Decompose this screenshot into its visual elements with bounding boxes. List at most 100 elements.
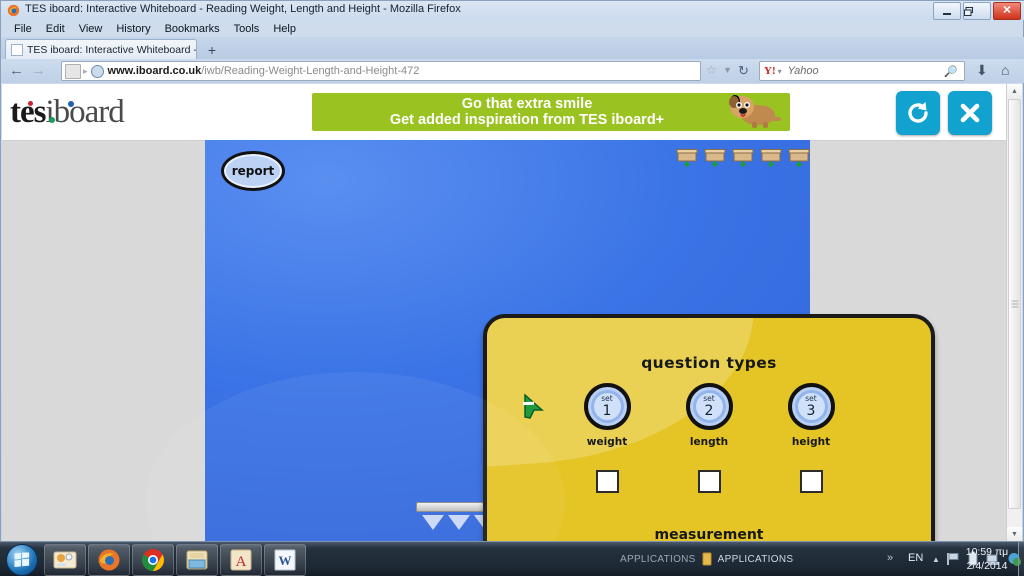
close-icon — [960, 103, 980, 123]
activity-refresh-button[interactable] — [896, 91, 940, 135]
set-3-button[interactable]: set 3 — [787, 383, 835, 430]
new-tab-button[interactable]: + — [201, 40, 223, 59]
taskbar-button-chrome[interactable] — [132, 544, 174, 576]
taskbar-app-group[interactable]: APPLICATIONS APPLICATIONS — [620, 542, 793, 576]
show-desktop-button[interactable] — [1018, 542, 1024, 576]
parcel-icon[interactable] — [760, 146, 782, 168]
parcel-icon[interactable] — [676, 146, 698, 168]
tab-label: TES iboard: Interactive Whiteboard - Re.… — [27, 43, 196, 56]
folder-icon — [186, 550, 208, 570]
mouse-cursor-icon — [523, 393, 544, 419]
banner-line-1: Go that extra smile — [461, 96, 593, 112]
search-engine-chevron-icon[interactable]: ▾ — [778, 67, 782, 76]
site-identity-icon[interactable] — [65, 63, 81, 79]
set-1-button-face: set 1 — [593, 393, 621, 420]
logo-dot-green — [49, 117, 55, 123]
globe-icon — [90, 64, 104, 78]
logo-iboard: iboard — [45, 94, 124, 130]
set-3-number: 3 — [806, 402, 816, 419]
page-content: tesiboard Go that extra smile Get added … — [2, 84, 1008, 542]
scroll-up-button[interactable]: ▲ — [1007, 84, 1022, 99]
screen: TES iboard: Interactive Whiteboard - Rea… — [0, 0, 1024, 576]
taskbar-button-office[interactable] — [44, 544, 86, 576]
tab-favicon-icon — [11, 43, 23, 56]
menu-item-file[interactable]: File — [7, 20, 39, 37]
taskbar-button-acrobat[interactable]: A — [220, 544, 262, 576]
taskbar-button-firefox[interactable] — [88, 544, 130, 576]
tes-iboard-logo[interactable]: tesiboard — [10, 94, 125, 131]
svg-text:A: A — [236, 554, 247, 570]
close-button[interactable]: ✕ — [993, 2, 1021, 20]
start-button[interactable] — [6, 544, 38, 576]
minimize-button[interactable] — [933, 2, 961, 20]
promo-banner[interactable]: Go that extra smile Get added inspiratio… — [312, 93, 790, 131]
folder-small-icon — [702, 552, 712, 566]
taskbar-button-explorer[interactable] — [176, 544, 218, 576]
language-indicator[interactable]: EN — [908, 552, 923, 564]
chrome-icon — [142, 549, 164, 571]
parcel-icon[interactable] — [788, 146, 810, 168]
pointer-arrow-decoration — [422, 515, 444, 530]
chevron-down-icon[interactable]: ▼ — [723, 65, 732, 75]
navigation-bar: ← → ▸ www.iboard.co.uk/iwb/Reading-Weigh… — [1, 59, 1024, 83]
menu-item-tools[interactable]: Tools — [227, 20, 267, 37]
menu-item-bookmarks[interactable]: Bookmarks — [158, 20, 227, 37]
scrollbar-thumb[interactable] — [1008, 99, 1021, 509]
menu-item-history[interactable]: History — [109, 20, 157, 37]
downloads-icon[interactable]: ⬇ — [976, 62, 988, 79]
set-3-label: height — [791, 436, 831, 448]
search-bar[interactable]: Y! ▾ Yahoo 🔍 — [759, 61, 965, 81]
page-scrollbar[interactable]: ▲ ▼ — [1006, 84, 1022, 542]
tray-overflow-chevron-icon[interactable]: » — [887, 552, 893, 564]
logo-dot-blue — [68, 101, 74, 107]
tray-expand-icon[interactable]: ▲ — [932, 555, 940, 564]
parcel-icon[interactable] — [704, 146, 726, 168]
menu-bar[interactable]: File Edit View History Bookmarks Tools H… — [1, 20, 1024, 37]
checkbox-weight[interactable] — [595, 470, 619, 493]
reload-icon[interactable]: ↻ — [738, 63, 749, 79]
set-2-label: length — [689, 436, 729, 448]
set-option-height: set 3 height — [778, 383, 844, 448]
tab-active[interactable]: TES iboard: Interactive Whiteboard - Re.… — [5, 39, 197, 59]
url-domain: www.iboard.co.uk — [107, 65, 202, 77]
activity-close-button[interactable] — [948, 91, 992, 135]
menu-item-help[interactable]: Help — [266, 20, 303, 37]
site-header: tesiboard Go that extra smile Get added … — [2, 84, 1008, 141]
menu-item-edit[interactable]: Edit — [39, 20, 72, 37]
checkbox-height[interactable] — [799, 470, 823, 493]
refresh-icon — [908, 102, 928, 123]
report-label: report — [231, 164, 275, 178]
address-bar[interactable]: ▸ www.iboard.co.uk/iwb/Reading-Weight-Le… — [61, 61, 701, 81]
activity-stage: report question types set 1 weight set 2… — [145, 140, 935, 542]
scroll-down-button[interactable]: ▼ — [1007, 527, 1022, 542]
back-button[interactable]: ← — [9, 63, 24, 79]
taskbar-clock[interactable]: 10:59 πμ 2/4/2014 — [956, 545, 1018, 573]
parcel-row — [676, 146, 810, 168]
parcel-icon[interactable] — [732, 146, 754, 168]
checkbox-length[interactable] — [697, 470, 721, 493]
search-placeholder: Yahoo — [787, 65, 819, 77]
acrobat-icon: A — [230, 549, 252, 571]
search-icon[interactable]: 🔍 — [944, 65, 958, 78]
tab-strip: TES iboard: Interactive Whiteboard - Re.… — [1, 37, 1024, 59]
menu-item-view[interactable]: View — [72, 20, 110, 37]
pointer-arrow-decoration — [474, 515, 496, 530]
set-2-button[interactable]: set 2 — [685, 383, 733, 430]
firefox-icon — [7, 4, 20, 17]
set-1-button[interactable]: set 1 — [583, 383, 631, 430]
pointer-arrow-decoration — [448, 515, 470, 530]
taskbar-app-label-2: APPLICATIONS — [717, 553, 794, 565]
taskbar-button-word[interactable]: W — [264, 544, 306, 576]
windows-taskbar: A W APPLICATIONS APPLICATIONS » EN ▲ 10:… — [0, 541, 1024, 576]
maximize-button[interactable] — [963, 2, 991, 20]
settings-dialog: question types set 1 weight set 2 length… — [483, 314, 935, 542]
clock-time: 10:59 πμ — [965, 546, 1009, 558]
window-controls[interactable]: ✕ — [933, 2, 1021, 20]
logo-tes: tes — [10, 94, 46, 130]
home-icon[interactable]: ⌂ — [1001, 62, 1009, 78]
bookmark-star-icon[interactable]: ☆ — [706, 63, 717, 77]
close-icon: ✕ — [1002, 4, 1012, 17]
forward-button[interactable]: → — [31, 63, 46, 79]
report-button[interactable]: report — [221, 151, 285, 191]
checkbox-cell-height — [778, 470, 844, 493]
